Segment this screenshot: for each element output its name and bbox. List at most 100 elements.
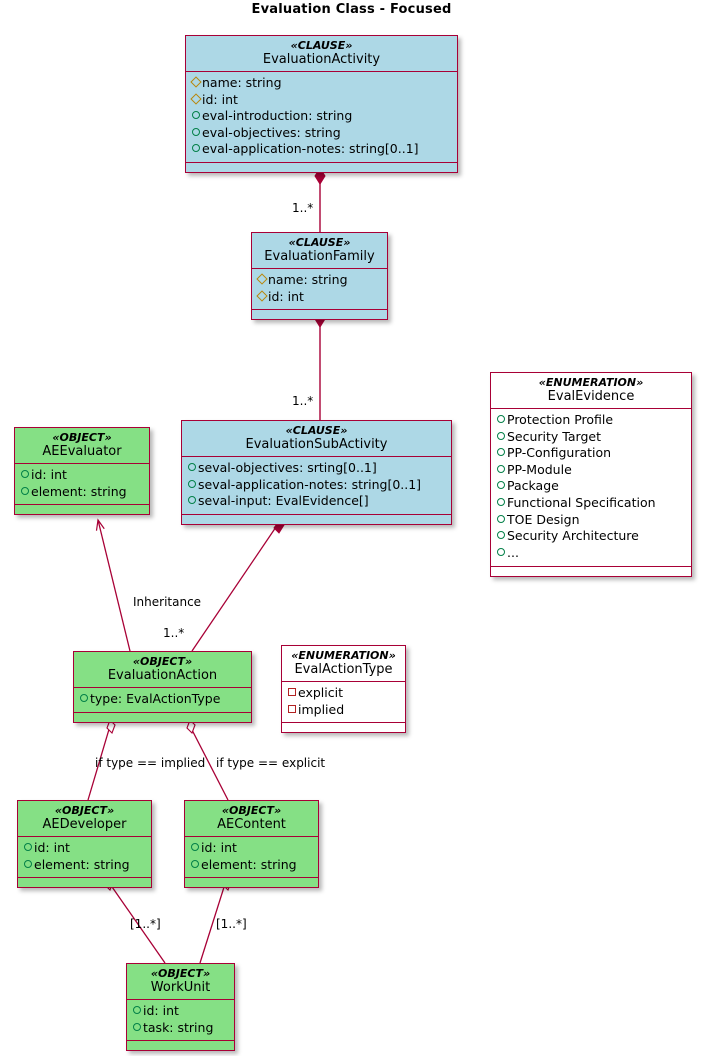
circle-bullet-icon [496, 431, 507, 442]
attribute-label: element: string [31, 483, 127, 499]
circle-bullet-icon [496, 514, 507, 525]
class-box-evaluation-family[interactable]: «CLAUSE» EvaluationFamily name: string i… [251, 232, 388, 321]
circle-bullet-icon [496, 414, 507, 425]
circle-bullet-icon [20, 469, 31, 480]
circle-bullet-icon [23, 859, 34, 870]
diamond-bullet-icon [191, 94, 202, 105]
attribute-label: eval-introduction: string [202, 108, 353, 124]
diamond-bullet-icon [257, 274, 268, 285]
attribute-list: explicit implied [282, 682, 405, 722]
circle-bullet-icon [191, 143, 202, 154]
attribute-list: id: int element: string [185, 837, 318, 877]
attribute-row: element: string [190, 857, 313, 874]
attribute-row: type: EvalActionType [79, 691, 246, 708]
methods-compartment [252, 310, 387, 319]
class-box-evaluation-activity[interactable]: «CLAUSE» EvaluationActivity name: string… [185, 35, 458, 174]
methods-compartment [127, 1041, 234, 1050]
attribute-label: PP-Module [507, 461, 572, 477]
attribute-label: id: int [202, 91, 238, 107]
class-box-evaluation-action[interactable]: «OBJECT» EvaluationAction type: EvalActi… [73, 651, 252, 723]
methods-compartment [18, 878, 151, 887]
attribute-list: id: int task: string [127, 1000, 234, 1040]
attribute-row: id: int [190, 840, 313, 857]
attribute-row: seval-application-notes: string[0..1] [187, 477, 446, 494]
class-box-ae-evaluator[interactable]: «OBJECT» AEEvaluator id: int element: st… [14, 427, 150, 516]
class-name: AEDeveloper [42, 816, 127, 832]
attribute-row: element: string [20, 484, 144, 501]
circle-bullet-icon [496, 497, 507, 508]
class-name: EvaluationActivity [262, 51, 381, 67]
class-name: EvaluationSubActivity [245, 436, 388, 452]
class-box-ae-content[interactable]: «OBJECT» AEContent id: int element: stri… [184, 800, 319, 889]
class-stereotype: «CLAUSE» [290, 39, 353, 52]
circle-bullet-icon [191, 110, 202, 121]
class-box-evaluation-subactivity[interactable]: «CLAUSE» EvaluationSubActivity seval-obj… [181, 420, 452, 525]
edge-label-subactivity-action-multiplicity: 1..* [163, 626, 185, 640]
edge-label-implied-guard: if type == implied [95, 756, 206, 770]
class-stereotype: «OBJECT» [221, 804, 282, 817]
page-title: Evaluation Class - Focused [251, 2, 452, 17]
circle-bullet-icon [496, 464, 507, 475]
class-box-eval-evidence[interactable]: «ENUMERATION» EvalEvidence Protection Pr… [490, 372, 692, 577]
attribute-label: Protection Profile [507, 411, 614, 427]
attribute-list: Protection Profile Security Target PP-Co… [491, 409, 691, 566]
class-stereotype: «CLAUSE» [285, 424, 348, 437]
attribute-list: name: string id: int [252, 269, 387, 309]
circle-bullet-icon [187, 495, 198, 506]
circle-bullet-icon [132, 1022, 143, 1033]
attribute-row: seval-input: EvalEvidence[] [187, 493, 446, 510]
attribute-label: PP-Configuration [507, 445, 612, 461]
edge-label-inheritance: Inheritance [133, 595, 202, 609]
attribute-label: type: EvalActionType [90, 690, 221, 706]
attribute-row: TOE Design [496, 512, 686, 529]
attribute-label: eval-objectives: string [202, 124, 341, 140]
square-bullet-icon [287, 687, 298, 698]
class-header: «OBJECT» WorkUnit [127, 964, 234, 999]
attribute-row: id: int [20, 467, 144, 484]
attribute-label: id: int [31, 466, 67, 482]
methods-compartment [282, 723, 405, 732]
circle-bullet-icon [496, 480, 507, 491]
class-header: «CLAUSE» EvaluationSubActivity [182, 421, 451, 456]
diamond-bullet-icon [257, 291, 268, 302]
edge-label-content-workunit-multiplicity: [1..*] [216, 917, 247, 931]
class-box-ae-developer[interactable]: «OBJECT» AEDeveloper id: int element: st… [17, 800, 152, 889]
class-box-work-unit[interactable]: «OBJECT» WorkUnit id: int task: string [126, 963, 235, 1052]
attribute-label: id: int [143, 1002, 179, 1018]
circle-bullet-icon [187, 479, 198, 490]
circle-bullet-icon [191, 127, 202, 138]
attribute-row: eval-application-notes: string[0..1] [191, 141, 452, 158]
methods-compartment [186, 163, 457, 172]
class-name: EvalActionType [294, 661, 393, 677]
class-header: «OBJECT» AEContent [185, 801, 318, 836]
circle-bullet-icon [132, 1005, 143, 1016]
class-header: «ENUMERATION» EvalEvidence [491, 373, 691, 408]
attribute-row: task: string [132, 1020, 229, 1037]
class-name: EvaluationAction [107, 667, 218, 683]
square-bullet-icon [287, 704, 298, 715]
attribute-list: name: string id: int eval-introduction: … [186, 72, 457, 162]
circle-bullet-icon [496, 530, 507, 541]
class-stereotype: «ENUMERATION» [291, 649, 396, 662]
attribute-row: element: string [23, 857, 146, 874]
circle-bullet-icon [20, 486, 31, 497]
class-name: EvalEvidence [547, 388, 635, 404]
class-name: WorkUnit [150, 979, 211, 995]
class-header: «CLAUSE» EvaluationFamily [252, 233, 387, 268]
class-box-eval-action-type[interactable]: «ENUMERATION» EvalActionType explicit im… [281, 645, 406, 734]
methods-compartment [74, 713, 251, 722]
attribute-list: seval-objectives: srting[0..1] seval-app… [182, 457, 451, 514]
attribute-label: id: int [268, 288, 304, 304]
edge-label-explicit-guard: if type == explicit [216, 756, 326, 770]
attribute-label: id: int [34, 839, 70, 855]
class-stereotype: «OBJECT» [52, 431, 112, 444]
attribute-label: seval-input: EvalEvidence[] [198, 493, 369, 509]
attribute-list: type: EvalActionType [74, 688, 251, 712]
attribute-label: eval-application-notes: string[0..1] [202, 141, 419, 157]
attribute-list: id: int element: string [15, 464, 149, 504]
circle-bullet-icon [23, 842, 34, 853]
attribute-label: id: int [201, 839, 237, 855]
attribute-label: Package [507, 478, 559, 494]
attribute-label: task: string [143, 1019, 214, 1035]
attribute-label: Functional Specification [507, 495, 656, 511]
